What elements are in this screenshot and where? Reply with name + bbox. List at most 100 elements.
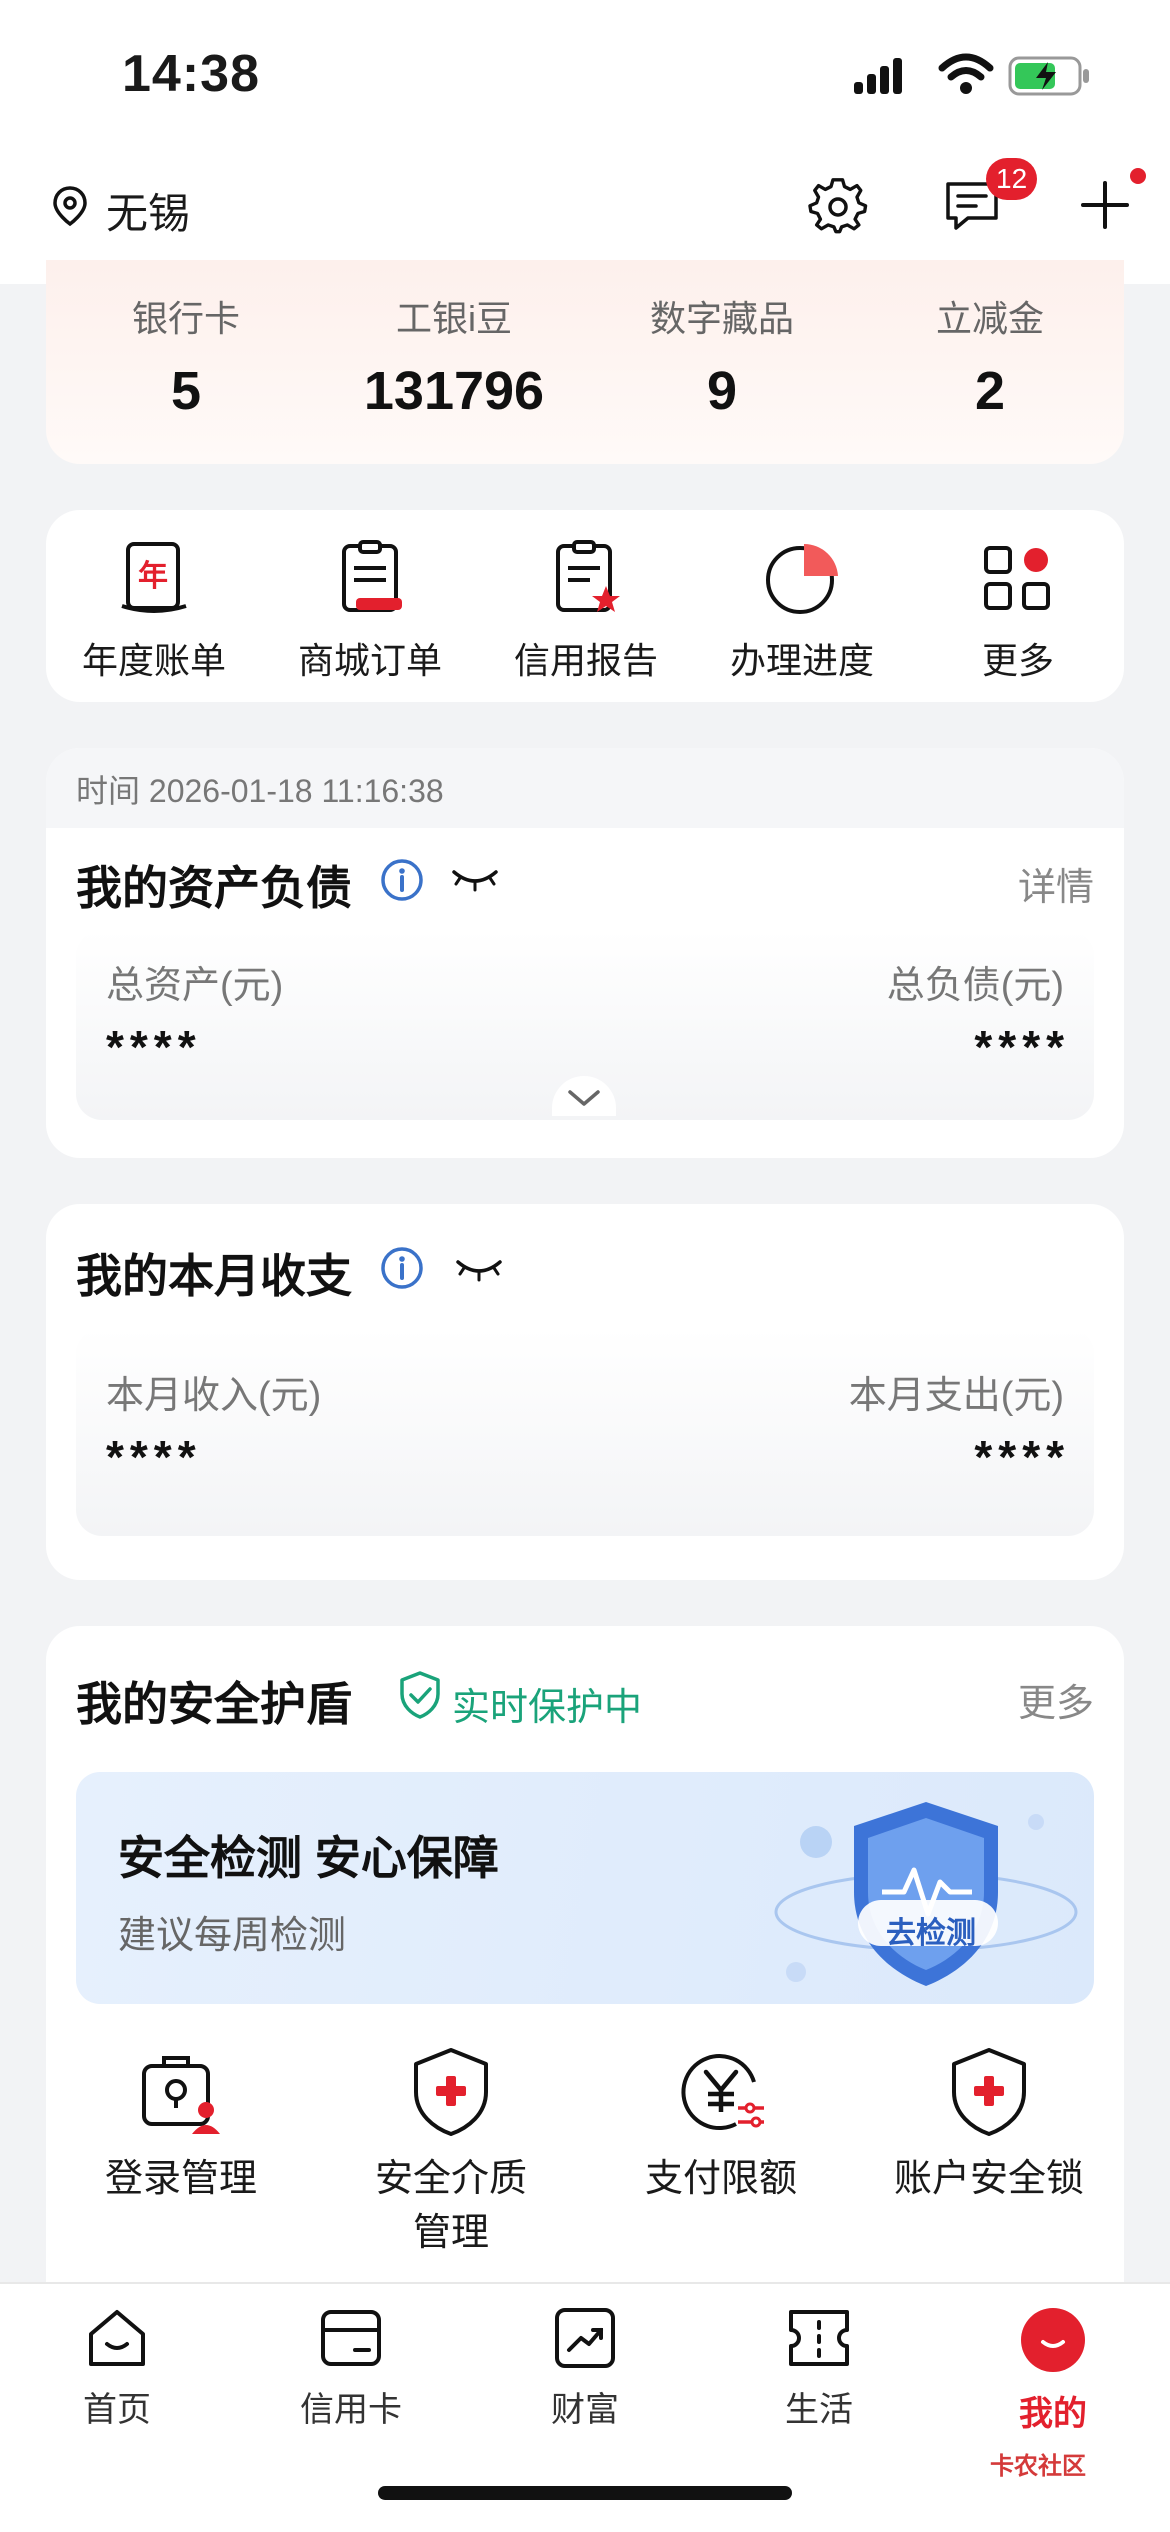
settings-gear-icon[interactable] [808, 176, 868, 236]
tab-label: 财富 [551, 2391, 619, 2429]
stat-value: 5 [170, 361, 202, 421]
timestamp-bar: 时间 2026-01-18 11:16:38 [46, 748, 1124, 828]
asset-summary-card: 银行卡 5 工银i豆 131796 数字藏品 9 立减金 2 [46, 260, 1124, 464]
label-line-2: 管理 [412, 2212, 489, 2254]
city-selector[interactable]: 无锡 [106, 180, 190, 241]
expand-toggle[interactable] [552, 1076, 616, 1116]
credit-card-icon [321, 2310, 381, 2366]
more-grid-icon [984, 546, 1050, 610]
hide-eye-icon[interactable] [454, 1254, 504, 1284]
stat-discount-gold[interactable]: 立减金 2 [860, 290, 1120, 422]
tab-home[interactable]: 首页 [0, 2306, 234, 2431]
stat-label: 数字藏品 [649, 298, 794, 339]
tab-wealth[interactable]: 财富 [468, 2306, 702, 2431]
security-item-label: 登录管理 [104, 2158, 257, 2200]
login-manage-icon [142, 2056, 220, 2134]
shortcut-label: 年度账单 [81, 640, 226, 681]
community-watermark: 卡农社区 [990, 2453, 1086, 2480]
status-time: 14:38 [122, 45, 260, 103]
total-assets-value: **** [106, 1021, 202, 1073]
info-icon[interactable] [380, 858, 424, 902]
tab-label: 我的 [1019, 2395, 1087, 2433]
stat-value: 9 [706, 361, 738, 421]
timestamp-label: 时间 2026-01-18 11:16:38 [76, 773, 444, 809]
tab-label: 首页 [83, 2391, 151, 2429]
annual-bill-icon: 年 [121, 542, 187, 613]
wealth-icon [555, 2308, 615, 2368]
progress-icon [766, 543, 838, 614]
detail-link[interactable]: 详情 [1018, 856, 1094, 911]
shortcut-label: 商城订单 [297, 640, 442, 681]
wifi-icon [938, 53, 994, 94]
stat-label: 银行卡 [131, 298, 240, 339]
security-medium-icon [414, 2048, 488, 2136]
tab-label: 信用卡 [300, 2391, 402, 2429]
account-lock-icon [952, 2048, 1026, 2136]
stat-value: 2 [974, 361, 1006, 421]
home-icon [89, 2310, 145, 2366]
shield-illustration-icon [774, 1802, 1078, 1986]
banner-subtitle: 建议每周检测 [118, 1915, 347, 1957]
check-now-button[interactable]: 去检测 [886, 1908, 976, 1952]
shield-check-icon [400, 1671, 440, 1719]
life-ticket-icon [789, 2310, 849, 2366]
security-item-label: 账户安全锁 [893, 2158, 1084, 2200]
security-item-login-manage[interactable]: 登录管理 [46, 2046, 316, 2206]
security-item-account-lock[interactable]: 账户安全锁 [854, 2046, 1124, 2206]
security-shield-card: 我的安全护盾 实时保护中 更多 安全检测 安心保障 建议每周检测 去检测 登录管… [46, 1626, 1124, 2306]
shortcut-annual-bill[interactable]: 年 年度账单 [46, 540, 262, 684]
banner-title: 安全检测 安心保障 [118, 1832, 499, 1884]
total-debt-label: 总负债(元) [886, 965, 1064, 1007]
stat-digital-collectibles[interactable]: 数字藏品 9 [592, 290, 852, 422]
shortcut-mall-order[interactable]: 商城订单 [262, 540, 478, 684]
home-indicator[interactable] [378, 2486, 792, 2500]
monthly-title: 我的本月收支 [76, 1250, 352, 1302]
monthly-values-box: 本月收入(元) **** 本月支出(元) **** [76, 1328, 1094, 1536]
location-icon[interactable] [48, 184, 92, 228]
asset-liability-title: 我的资产负债 [76, 862, 352, 914]
shield-more-link[interactable]: 更多 [1018, 1672, 1094, 1727]
shortcut-more[interactable]: 更多 [910, 540, 1126, 684]
expense-label: 本月支出(元) [848, 1375, 1064, 1417]
shortcut-grid: 年 年度账单 商城订单 信用报告 办理进度 更多 [46, 510, 1124, 702]
add-plus-icon[interactable] [1080, 180, 1130, 230]
credit-report-icon [556, 540, 620, 612]
shortcut-label: 更多 [981, 640, 1054, 681]
asset-liability-card: 时间 2026-01-18 11:16:38 我的资产负债 详情 总资产(元) … [46, 748, 1124, 1158]
battery-charging-icon [1008, 56, 1089, 96]
security-check-banner[interactable]: 安全检测 安心保障 建议每周检测 去检测 [76, 1772, 1094, 2004]
tab-credit-card[interactable]: 信用卡 [234, 2306, 468, 2431]
income-value: **** [106, 1431, 202, 1483]
label-line-1: 安全介质 [374, 2158, 527, 2200]
shortcut-credit-report[interactable]: 信用报告 [478, 540, 694, 684]
shortcut-label: 办理进度 [729, 640, 874, 681]
shortcut-label: 信用报告 [513, 640, 658, 681]
stat-label: 立减金 [935, 298, 1044, 339]
income-label: 本月收入(元) [106, 1375, 322, 1417]
message-count-badge: 12 [986, 158, 1038, 200]
total-assets-label: 总资产(元) [106, 965, 284, 1007]
shortcut-progress[interactable]: 办理进度 [694, 540, 910, 684]
total-debt-value: **** [974, 1021, 1070, 1073]
stat-label: 工银i豆 [396, 298, 512, 339]
hide-eye-icon[interactable] [450, 864, 500, 894]
top-header: 14:38 无锡 12 [0, 0, 1170, 284]
shield-title: 我的安全护盾 [76, 1678, 352, 1730]
security-item-medium-manage[interactable]: 安全介质 管理 [316, 2046, 586, 2260]
tab-life[interactable]: 生活 [702, 2306, 936, 2431]
tab-mine[interactable]: 我的 [936, 2306, 1170, 2435]
info-icon[interactable] [380, 1246, 424, 1290]
expense-value: **** [974, 1431, 1070, 1483]
monthly-income-expense-card: 我的本月收支 本月收入(元) **** 本月支出(元) **** [46, 1204, 1124, 1580]
stat-bank-card[interactable]: 银行卡 5 [56, 290, 316, 422]
cellular-signal-icon [854, 58, 902, 94]
tab-label: 生活 [785, 2391, 853, 2429]
chevron-down-icon [568, 1090, 600, 1106]
security-item-label: 安全介质 管理 [316, 2152, 586, 2260]
mine-icon [1021, 2308, 1085, 2372]
mall-order-icon [342, 540, 402, 612]
svg-text:年: 年 [138, 559, 168, 594]
stat-icbc-beans[interactable]: 工银i豆 131796 [324, 290, 584, 422]
security-item-payment-limit[interactable]: 支付限额 [586, 2046, 856, 2206]
security-item-label: 支付限额 [644, 2158, 797, 2200]
